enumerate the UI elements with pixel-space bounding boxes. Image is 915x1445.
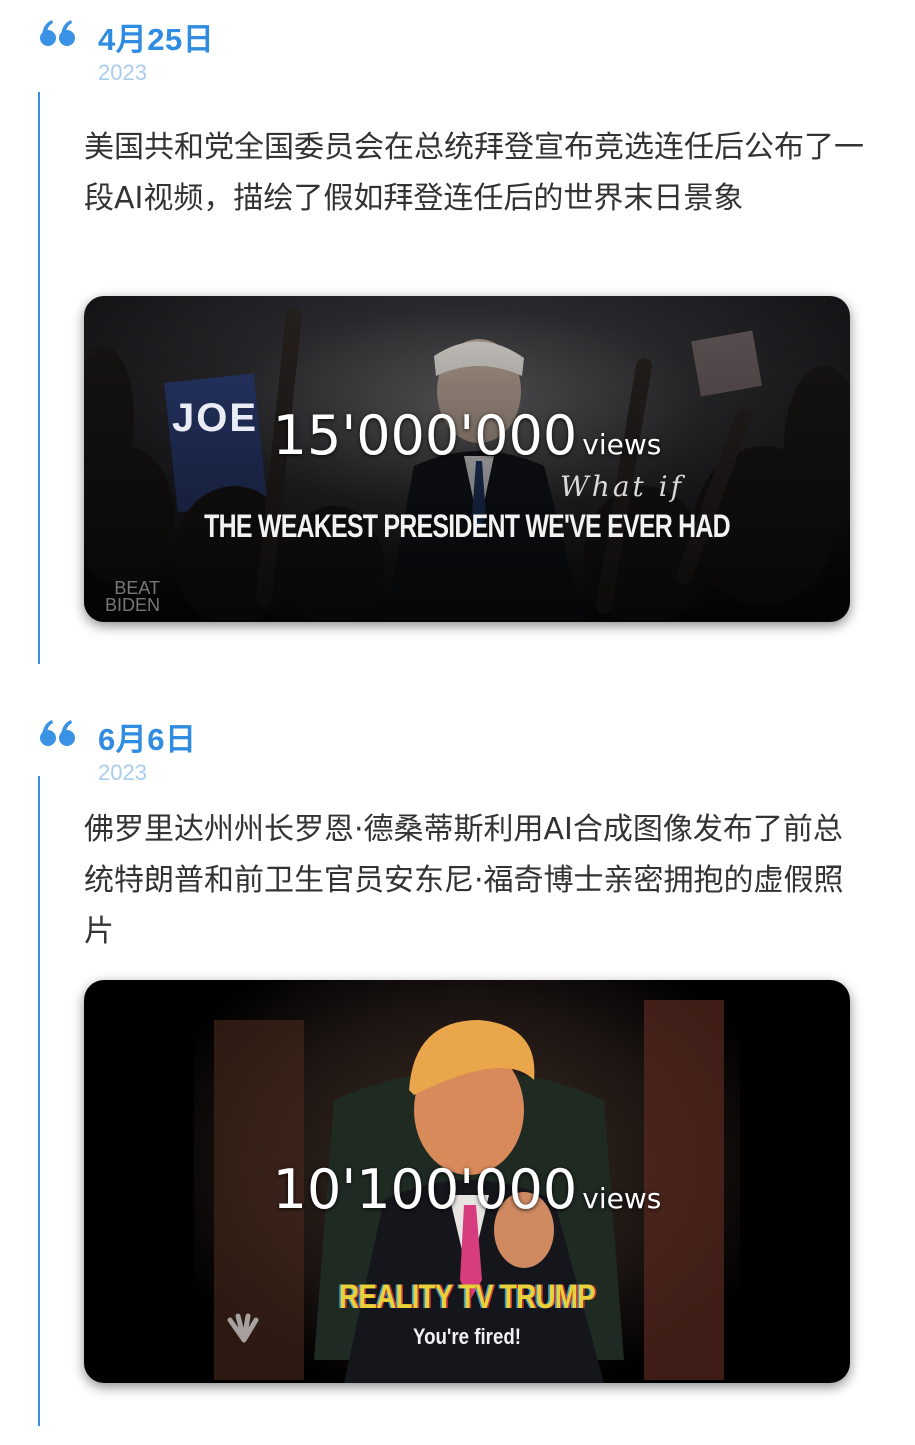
views-label: views (582, 1182, 662, 1215)
video-thumbnail[interactable]: JOE BEAT BIDEN 15'000'000 views What if … (84, 296, 850, 622)
quote-icon (40, 20, 75, 46)
views-number: 10'100'000 (272, 1158, 578, 1221)
entry-description: 佛罗里达州州长罗恩·德桑蒂斯利用AI合成图像发布了前总统特朗普和前卫生官员安东尼… (84, 812, 844, 949)
entry-description: 美国共和党全国委员会在总统拜登宣布竞选连任后公布了一段AI视频，描绘了假如拜登连… (84, 130, 864, 216)
timeline-line (38, 92, 40, 664)
quote-icon (40, 720, 75, 746)
views-count: 15'000'000 views (84, 404, 850, 467)
video-caption-script: What if (560, 470, 684, 503)
views-label: views (582, 428, 662, 461)
views-count: 10'100'000 views (84, 1158, 850, 1221)
video-caption-headline: THE WEAKEST PRESIDENT WE'VE EVER HAD (204, 508, 730, 544)
timeline-line (38, 776, 40, 1426)
video-thumbnail[interactable]: 10'100'000 views REALITY TV TRUMP You're… (84, 980, 850, 1383)
beat-biden-logo: BEAT BIDEN (104, 578, 160, 615)
video-subtitle: You're fired! (412, 1324, 522, 1349)
entry-year: 2023 (98, 760, 147, 785)
entry-date: 6月6日 (98, 722, 197, 757)
video-title: REALITY TV TRUMP (339, 1278, 596, 1316)
entry-year: 2023 (98, 60, 147, 85)
views-number: 15'000'000 (272, 404, 578, 467)
entry-date: 4月25日 (98, 22, 215, 57)
